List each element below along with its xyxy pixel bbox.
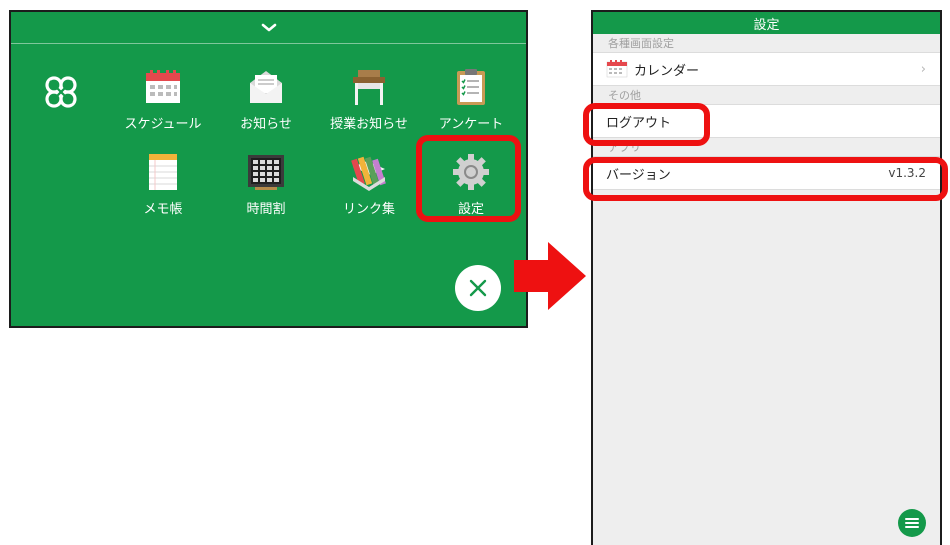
gear-icon	[451, 152, 491, 192]
menu-tile-label: スケジュール	[124, 117, 202, 132]
envelope-icon	[246, 67, 286, 107]
menu-tile-schedule[interactable]: スケジュール	[121, 67, 205, 147]
chevron-right-icon: ›	[920, 61, 926, 77]
close-button[interactable]	[455, 265, 501, 311]
chevron-down-icon[interactable]	[260, 23, 278, 33]
app-menu-panel: スケジュール お知らせ 授業お知らせ アンケート メモ帳 時間割 リンク集 設定	[9, 10, 528, 328]
menu-tile-class-notices[interactable]: 授業お知らせ	[327, 67, 411, 147]
logout-row[interactable]: ログアウト	[593, 104, 940, 138]
clipboard-icon	[451, 67, 491, 107]
version-row: バージョン v1.3.2	[593, 156, 940, 190]
menu-tile-survey[interactable]: アンケート	[429, 67, 513, 147]
section-header-other: その他	[593, 86, 940, 104]
app-logo-icon	[45, 76, 77, 108]
calendar-settings-row[interactable]: カレンダー ›	[593, 52, 940, 86]
timetable-icon	[246, 152, 286, 192]
calendar-icon	[143, 67, 183, 107]
calendar-icon	[606, 60, 628, 78]
arrow-right-icon	[514, 242, 586, 310]
screen-title: 設定	[593, 12, 940, 34]
version-label: バージョン	[606, 167, 671, 183]
menu-collapse-bar[interactable]	[11, 12, 526, 44]
menu-tile-label: メモ帳	[143, 202, 183, 217]
books-icon	[349, 152, 389, 192]
menu-icon	[905, 518, 919, 528]
menu-tile-notepad[interactable]: メモ帳	[121, 152, 205, 232]
menu-tile-links[interactable]: リンク集	[327, 152, 411, 232]
menu-tile-notices[interactable]: お知らせ	[224, 67, 308, 147]
menu-tile-label: リンク集	[342, 202, 395, 217]
calendar-settings-label: カレンダー	[634, 63, 700, 79]
menu-tile-timetable[interactable]: 時間割	[224, 152, 308, 232]
version-value: v1.3.2	[888, 166, 926, 180]
menu-tile-label: お知らせ	[240, 117, 292, 132]
menu-tile-label: アンケート	[438, 117, 504, 132]
menu-tile-settings[interactable]: 設定	[429, 152, 513, 232]
section-header-display-settings: 各種画面設定	[593, 34, 940, 52]
logout-label: ログアウト	[606, 115, 672, 131]
menu-tile-label: 時間割	[246, 202, 286, 217]
menu-tile-label: 設定	[457, 202, 484, 217]
settings-screen: 設定 各種画面設定 カレンダー › その他 ログアウト アプリ バージョン v1…	[591, 10, 942, 545]
menu-fab-button[interactable]	[898, 509, 926, 537]
school-desk-icon	[349, 67, 389, 107]
close-icon	[469, 279, 487, 297]
notepad-icon	[143, 152, 183, 192]
section-header-app: アプリ	[593, 138, 940, 156]
menu-tile-label: 授業お知らせ	[330, 117, 408, 132]
